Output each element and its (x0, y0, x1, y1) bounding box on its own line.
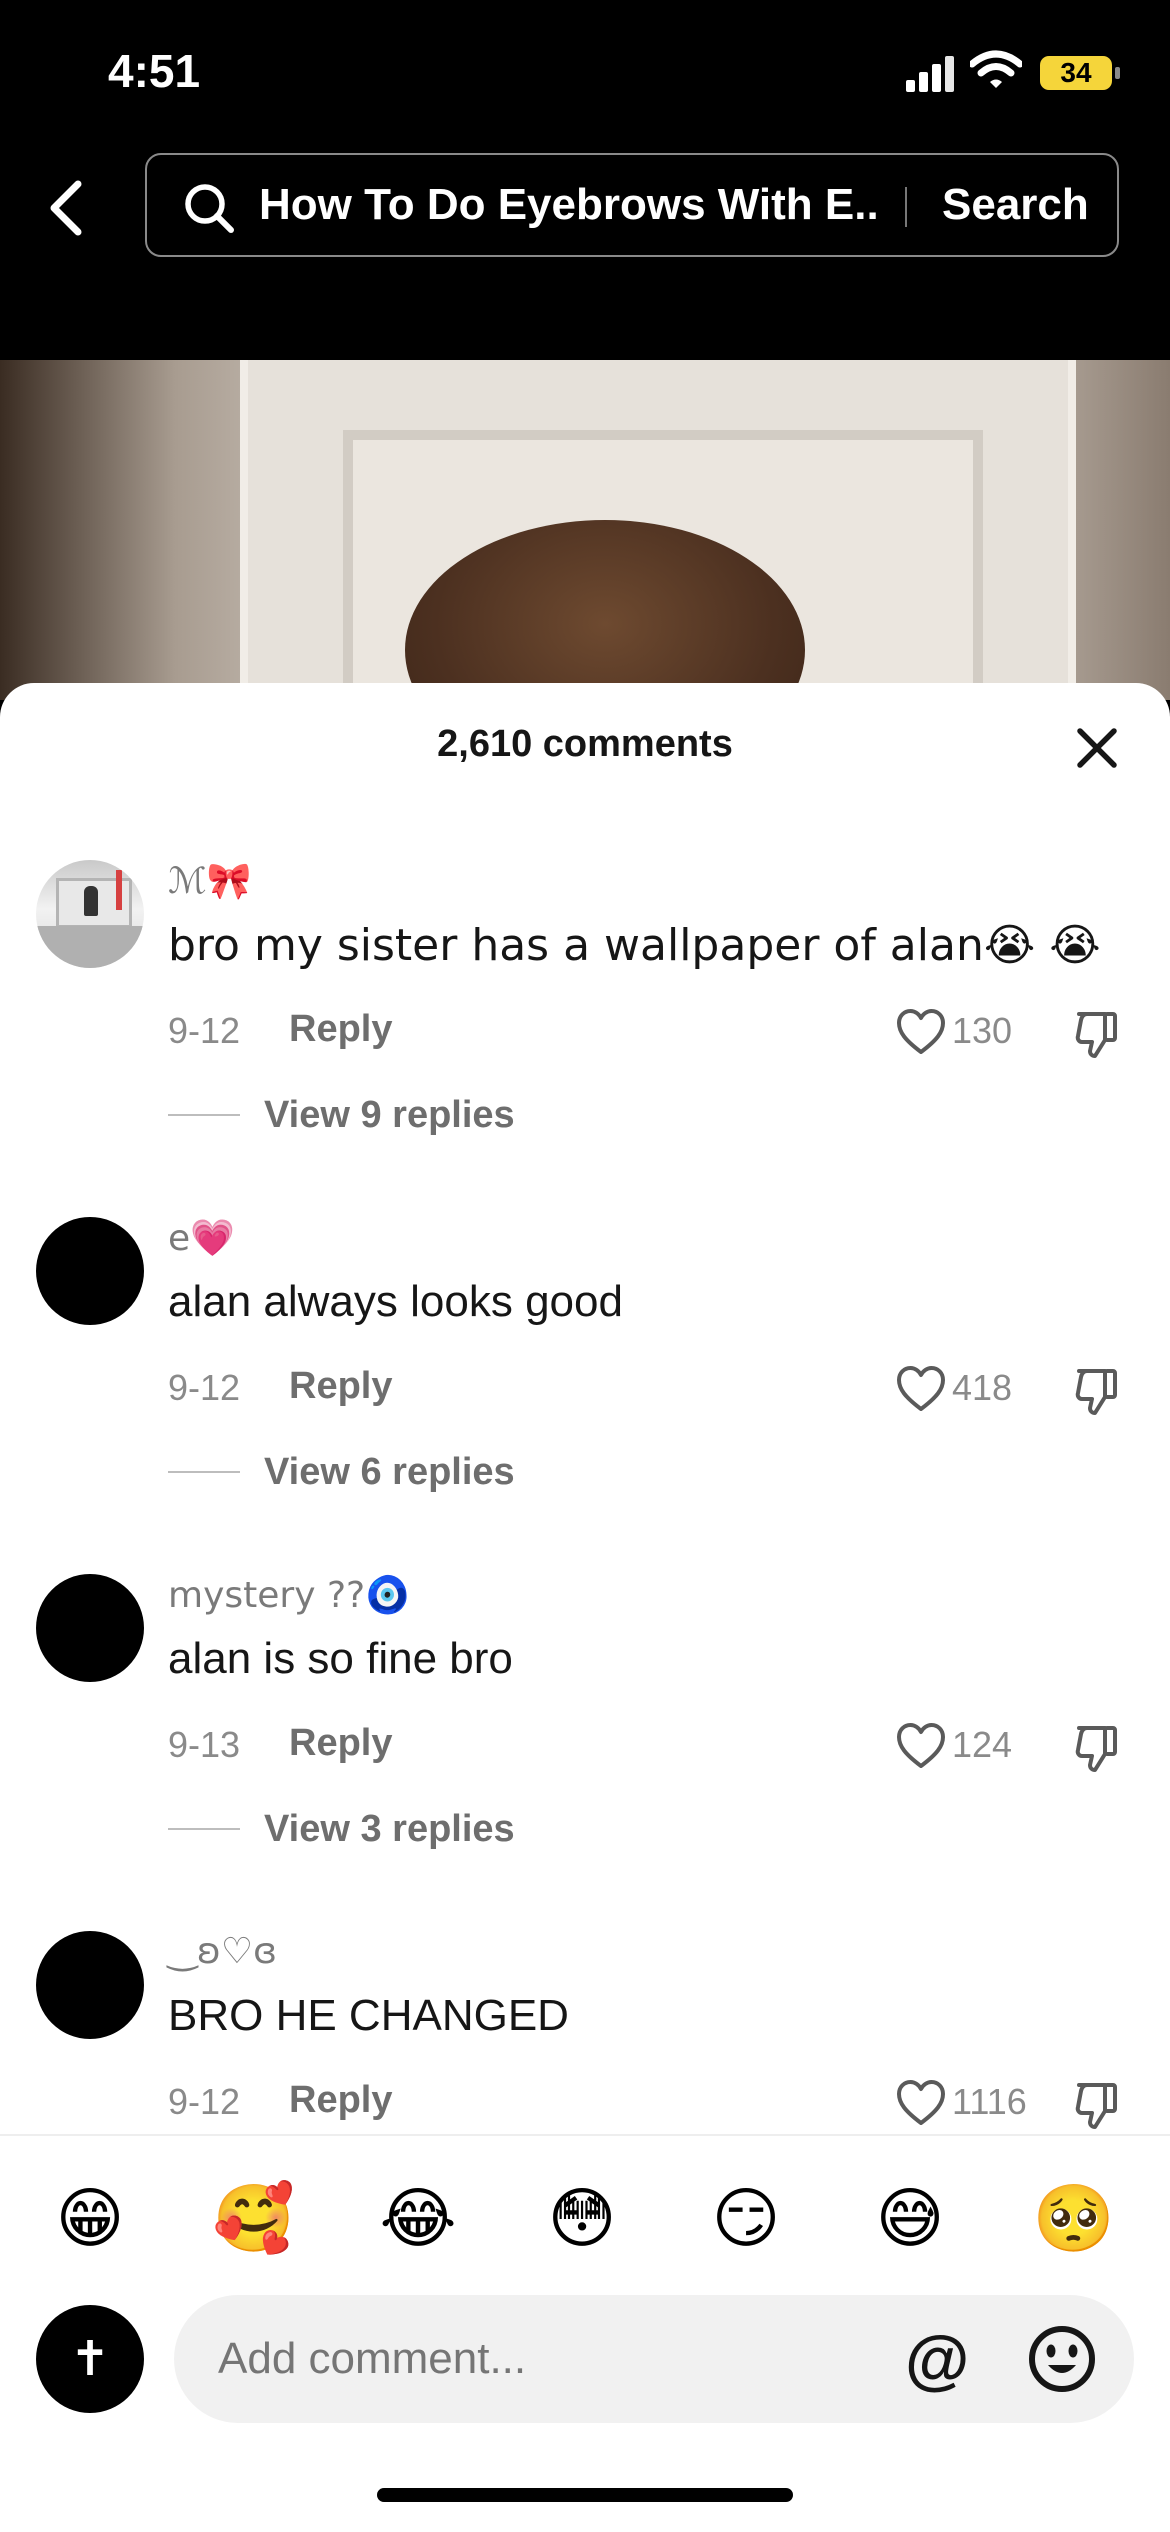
view-replies-button[interactable]: View 3 replies (264, 1808, 515, 1851)
comment-text: alan always looks good (168, 1277, 623, 1326)
view-replies-divider (168, 1114, 240, 1116)
comments-count: 2,610 comments (437, 723, 733, 765)
comment-username[interactable]: ‿ʚ♡ɞ (168, 1931, 277, 1972)
comment-username[interactable]: e💗 (168, 1217, 235, 1259)
comment-text: BRO HE CHANGED (168, 1991, 569, 2040)
comment-item: ℳ🎀 bro my sister has a wallpaper of alan… (0, 860, 1170, 1200)
like-count: 130 (952, 1010, 1013, 1051)
dislike-icon[interactable] (1073, 1365, 1121, 1417)
comment-item: ‿ʚ♡ɞ BRO HE CHANGED 9-12 Reply 1116 (0, 1931, 1170, 2133)
search-button[interactable]: Search (942, 155, 1089, 255)
emoji-love-button[interactable]: 🥰 (212, 2177, 296, 2261)
search-bar[interactable]: How To Do Eyebrows With E... Search (145, 153, 1119, 257)
heart-icon[interactable] (895, 1365, 947, 1413)
emoji-smirk-button[interactable]: 😏 (704, 2177, 788, 2261)
search-divider (905, 187, 907, 227)
heart-icon[interactable] (895, 1722, 947, 1770)
mention-button[interactable]: @ (905, 2322, 969, 2396)
status-bar: 4:51 34 (0, 0, 1170, 140)
view-replies-divider (168, 1471, 240, 1473)
comment-item: mystery ??🧿 alan is so fine bro 9-13 Rep… (0, 1574, 1170, 1914)
emoji-sweat-button[interactable]: 😅 (868, 2177, 952, 2261)
comment-username[interactable]: mystery ??🧿 (168, 1574, 410, 1616)
video-preview[interactable] (0, 360, 1170, 700)
like-count: 1116 (952, 2081, 1027, 2122)
reply-button[interactable]: Reply (289, 1365, 392, 1408)
reply-button[interactable]: Reply (289, 1722, 392, 1765)
like-count: 418 (952, 1367, 1013, 1408)
emoji-laugh-button[interactable]: 😂 (376, 2177, 460, 2261)
avatar[interactable] (36, 860, 144, 968)
heart-icon[interactable] (895, 1008, 947, 1056)
status-time: 4:51 (108, 45, 201, 97)
dislike-icon[interactable] (1073, 1722, 1121, 1774)
like-count: 124 (952, 1724, 1013, 1765)
battery-indicator: 34 (1040, 56, 1120, 90)
smiley-icon[interactable] (1026, 2323, 1098, 2395)
avatar[interactable] (36, 1574, 144, 1682)
heart-icon[interactable] (895, 2079, 947, 2127)
emoji-grin-button[interactable]: 😁 (48, 2177, 132, 2261)
close-icon[interactable] (1072, 723, 1122, 773)
avatar[interactable] (36, 1217, 144, 1325)
search-icon (185, 184, 234, 233)
back-arrow-icon[interactable] (42, 178, 92, 238)
comment-date: 9-13 (168, 1724, 241, 1765)
comment-text: bro my sister has a wallpaper of alan😭 😭 (168, 920, 1101, 971)
comment-date: 9-12 (168, 1367, 241, 1408)
comment-username[interactable]: ℳ🎀 (168, 860, 251, 902)
emoji-flushed-button[interactable]: 😳 (540, 2177, 624, 2261)
view-replies-button[interactable]: View 6 replies (264, 1451, 515, 1494)
avatar[interactable] (36, 1931, 144, 2039)
emoji-bar-divider (0, 2134, 1170, 2136)
view-replies-button[interactable]: View 9 replies (264, 1094, 515, 1137)
comment-date: 9-12 (168, 2081, 241, 2122)
comment-input[interactable] (174, 2295, 1134, 2423)
dislike-icon[interactable] (1073, 2079, 1121, 2131)
comment-text: alan is so fine bro (168, 1634, 513, 1683)
comment-date: 9-12 (168, 1010, 241, 1051)
reply-button[interactable]: Reply (289, 2079, 392, 2122)
signal-icon (906, 56, 954, 92)
emoji-pleading-button[interactable]: 🥺 (1032, 2177, 1116, 2261)
dislike-icon[interactable] (1073, 1008, 1121, 1060)
comment-item: e💗 alan always looks good 9-12 Reply 418… (0, 1217, 1170, 1557)
wifi-icon (970, 50, 1022, 88)
user-avatar[interactable]: ✝ (36, 2305, 144, 2413)
search-query[interactable]: How To Do Eyebrows With E... (259, 155, 879, 255)
view-replies-divider (168, 1828, 240, 1830)
home-indicator (377, 2488, 793, 2502)
reply-button[interactable]: Reply (289, 1008, 392, 1051)
